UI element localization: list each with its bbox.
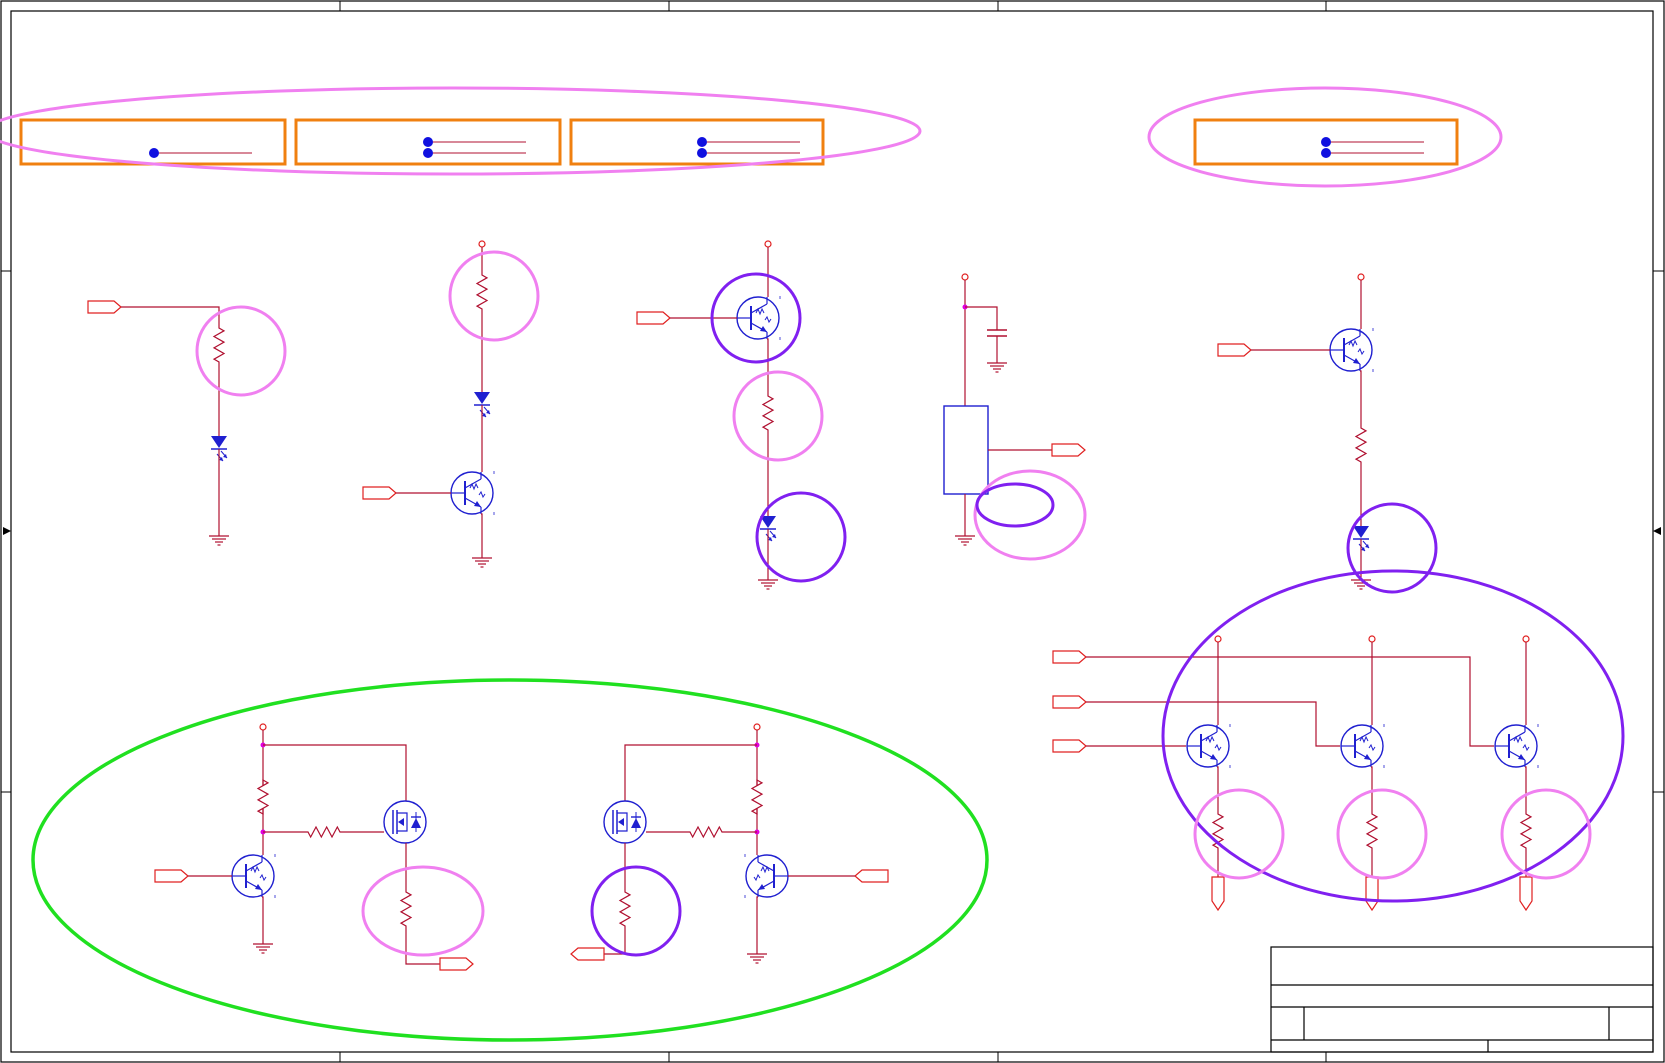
ground-symbol: [955, 535, 975, 546]
circuit-layer: [87, 240, 1539, 971]
ground-symbol: [209, 535, 229, 546]
mosfet[interactable]: [383, 800, 427, 844]
ground-symbol: [472, 557, 492, 568]
port-flag[interactable]: [1051, 443, 1086, 457]
bjt-transistor[interactable]: [1186, 724, 1231, 768]
sensor-module[interactable]: [943, 405, 989, 495]
connector-j3[interactable]: [569, 118, 825, 166]
port-flag[interactable]: [154, 869, 189, 883]
highlight-connectors-left: [0, 86, 922, 176]
highlight-resistor-3: [732, 370, 824, 462]
power-rail-terminal[interactable]: [1357, 273, 1365, 281]
annotation-layer: [0, 86, 1625, 1042]
port-flag[interactable]: [1052, 650, 1087, 664]
resistor[interactable]: [475, 272, 489, 312]
resistor[interactable]: [212, 320, 226, 370]
drawing-frame: [0, 0, 1665, 1063]
port-flag[interactable]: [636, 311, 671, 325]
port-flag[interactable]: [570, 947, 605, 961]
port-flag[interactable]: [1052, 739, 1087, 753]
highlight-mosfet-pulldown-resistor: [590, 865, 682, 957]
power-rail-terminal[interactable]: [764, 240, 772, 248]
port-flag[interactable]: [87, 300, 122, 314]
ground-symbol: [987, 362, 1007, 373]
power-rail-terminal[interactable]: [1522, 635, 1530, 643]
power-rail-terminal[interactable]: [1214, 635, 1222, 643]
port-flag[interactable]: [1519, 876, 1533, 912]
zone-arrow-left: [3, 527, 11, 535]
ground-symbol: [758, 579, 778, 590]
resistor[interactable]: [304, 825, 344, 839]
highlight-mosfet-switches: [31, 678, 989, 1042]
schematic-sheet: [0, 0, 1665, 1063]
port-flag[interactable]: [362, 486, 397, 500]
connector-j1[interactable]: [19, 118, 287, 166]
resistor[interactable]: [618, 889, 632, 929]
mosfet[interactable]: [603, 800, 647, 844]
resistor[interactable]: [1365, 811, 1379, 851]
highlight-connector-right: [1147, 86, 1503, 188]
title-block: [1270, 946, 1654, 1053]
highlight-driver-array: [1161, 569, 1625, 903]
power-rail-terminal[interactable]: [753, 723, 761, 731]
bjt-transistor[interactable]: [1494, 724, 1539, 768]
highlight-resistor-1: [195, 305, 287, 397]
port-flag[interactable]: [1052, 695, 1087, 709]
capacitor[interactable]: [987, 329, 1007, 337]
bjt-transistor[interactable]: [744, 854, 789, 898]
bjt-transistor[interactable]: [736, 296, 781, 340]
power-rail-terminal[interactable]: [1368, 635, 1376, 643]
port-flag[interactable]: [439, 957, 474, 971]
port-flag[interactable]: [1217, 343, 1252, 357]
highlight-resistor-2: [448, 250, 540, 342]
outer-border: [0, 0, 1665, 1063]
resistor[interactable]: [1354, 425, 1368, 465]
ground-symbol: [747, 953, 767, 964]
bjt-transistor[interactable]: [450, 471, 495, 515]
bjt-transistor[interactable]: [231, 854, 276, 898]
connector-headers: [19, 118, 1459, 166]
schematic-canvas: [0, 0, 1665, 1063]
port-flag[interactable]: [1211, 876, 1225, 912]
port-flag[interactable]: [1365, 876, 1379, 912]
connector-j4[interactable]: [1193, 118, 1459, 166]
resistor[interactable]: [761, 393, 775, 433]
zone-arrow-right: [1653, 527, 1661, 535]
resistor[interactable]: [399, 889, 413, 929]
highlight-mosfet-load-resistor: [361, 865, 485, 957]
power-rail-terminal[interactable]: [259, 723, 267, 731]
bjt-transistor[interactable]: [1340, 724, 1385, 768]
power-rail-terminal[interactable]: [961, 273, 969, 281]
highlight-led-3: [755, 491, 847, 583]
power-rail-terminal[interactable]: [478, 240, 486, 248]
resistor[interactable]: [686, 825, 726, 839]
connector-j2[interactable]: [294, 118, 562, 166]
resistor[interactable]: [1519, 811, 1533, 851]
highlight-array-resistor-2: [1336, 788, 1428, 880]
highlight-sensor-pin-inner: [975, 482, 1055, 528]
port-flag[interactable]: [854, 869, 889, 883]
bjt-transistor[interactable]: [1329, 328, 1374, 372]
ground-symbol: [253, 943, 273, 954]
